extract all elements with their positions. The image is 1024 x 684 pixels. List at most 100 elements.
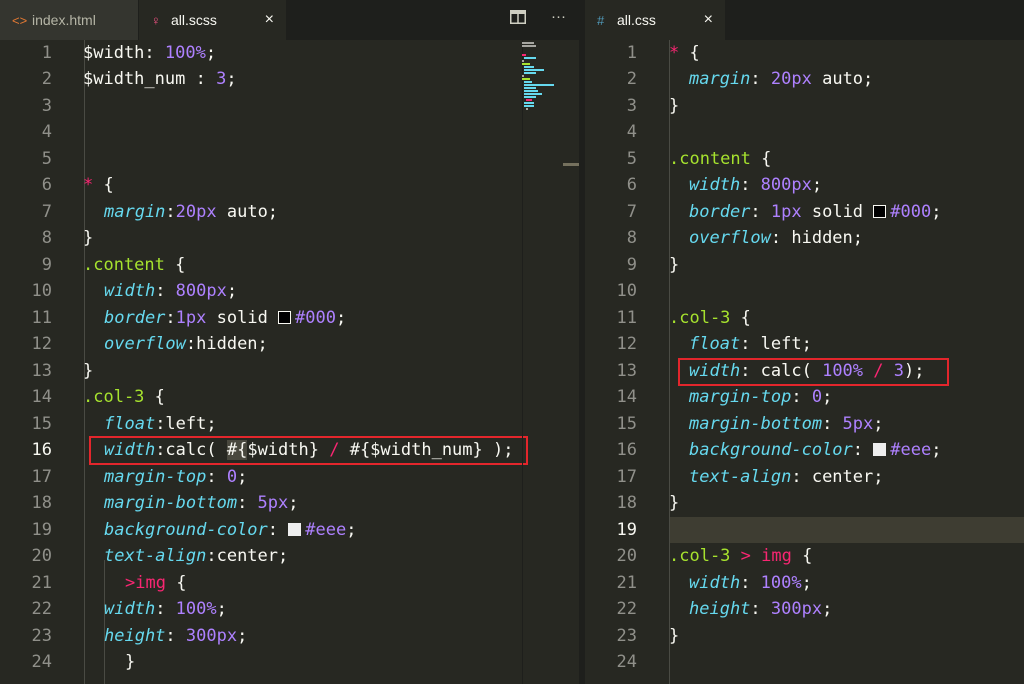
code-line[interactable]: 9 .content { (0, 252, 579, 278)
code-line[interactable]: 6 * { (0, 172, 579, 198)
code-text[interactable]: width: 100%; (689, 570, 812, 596)
code-text[interactable]: $width_num : 3; (83, 66, 237, 92)
tab-all-css[interactable]: # all.css × (585, 0, 725, 40)
code-line[interactable]: 17 text-align: center; (585, 464, 1024, 490)
code-text[interactable]: } (669, 490, 679, 516)
code-text[interactable]: .col-3 { (669, 305, 751, 331)
code-text[interactable]: text-align: center; (689, 464, 883, 490)
code-line[interactable]: 14 .col-3 { (0, 384, 579, 410)
code-line-current[interactable]: 19 (585, 517, 1024, 543)
code-text[interactable]: * { (669, 40, 700, 66)
code-text[interactable]: } (669, 93, 679, 119)
code-line[interactable]: 6 width: 800px; (585, 172, 1024, 198)
code-text[interactable]: border:1px solid #000; (104, 305, 346, 331)
color-swatch[interactable] (873, 205, 887, 218)
code-text[interactable]: margin: 20px auto; (689, 66, 873, 92)
code-text[interactable]: height: 300px; (689, 596, 832, 622)
code-line[interactable]: 3 (0, 93, 579, 119)
code-line[interactable]: 12 overflow:hidden; (0, 331, 579, 357)
code-text[interactable]: overflow:hidden; (104, 331, 268, 357)
code-text[interactable]: margin-top: 0; (689, 384, 832, 410)
code-line[interactable]: 18 margin-bottom: 5px; (0, 490, 579, 516)
tab-index-html[interactable]: <> index.html (0, 0, 138, 40)
code-line[interactable]: 21 width: 100%; (585, 570, 1024, 596)
code-line[interactable]: 19 background-color: #eee; (0, 517, 579, 543)
code-line[interactable]: 7 margin:20px auto; (0, 199, 579, 225)
code-line[interactable]: 14 margin-top: 0; (585, 384, 1024, 410)
scss-editor[interactable]: 1 $width: 100%; 2 $width_num : 3; 3 4 5 6 *… (0, 40, 579, 684)
code-line[interactable]: 1 $width: 100%; (0, 40, 579, 66)
code-line[interactable]: 24} (0, 649, 579, 675)
code-line[interactable]: 22 height: 300px; (585, 596, 1024, 622)
css-editor[interactable]: 1 * { 2 margin: 20px auto; 3} 4 5 .content … (585, 40, 1024, 684)
code-text[interactable]: border: 1px solid #000; (689, 199, 941, 225)
code-text[interactable]: } (669, 252, 679, 278)
code-text[interactable]: background-color: #eee; (689, 437, 941, 463)
code-text[interactable]: } (669, 623, 679, 649)
color-swatch[interactable] (278, 311, 292, 324)
code-line[interactable]: 12 float: left; (585, 331, 1024, 357)
code-line[interactable]: 16 background-color: #eee; (585, 437, 1024, 463)
code-line[interactable]: 18} (585, 490, 1024, 516)
code-text[interactable]: } (125, 649, 135, 675)
code-text[interactable]: float: left; (689, 331, 812, 357)
code-line[interactable]: 20 text-align:center; (0, 543, 579, 569)
code-line[interactable]: 10 width: 800px; (0, 278, 579, 304)
color-swatch[interactable] (288, 523, 302, 536)
split-editor-icon[interactable] (510, 10, 526, 28)
code-line[interactable]: 7 border: 1px solid #000; (585, 199, 1024, 225)
code-text[interactable]: width: 800px; (104, 278, 237, 304)
code-line[interactable]: 8} (0, 225, 579, 251)
close-icon[interactable]: × (265, 11, 274, 29)
code-line[interactable]: 22 width: 100%; (0, 596, 579, 622)
code-line[interactable]: 4 (0, 119, 579, 145)
code-line[interactable]: 20 .col-3 > img { (585, 543, 1024, 569)
code-text[interactable]: background-color: #eee; (104, 517, 356, 543)
code-text[interactable]: $width: 100%; (83, 40, 216, 66)
code-line[interactable]: 15 margin-bottom: 5px; (585, 411, 1024, 437)
code-line[interactable]: 24 (585, 649, 1024, 675)
close-icon[interactable]: × (704, 11, 713, 29)
code-text[interactable]: height: 300px; (104, 623, 247, 649)
code-text[interactable]: margin:20px auto; (104, 199, 278, 225)
code-line[interactable]: 2 margin: 20px auto; (585, 66, 1024, 92)
code-line[interactable]: 10 (585, 278, 1024, 304)
code-text[interactable]: margin-top: 0; (104, 464, 247, 490)
code-text[interactable]: text-align:center; (104, 543, 288, 569)
more-actions-icon[interactable]: ··· (551, 8, 566, 25)
code-text[interactable]: >img { (125, 570, 186, 596)
code-line[interactable]: 11 .col-3 { (585, 305, 1024, 331)
code-text[interactable]: overflow: hidden; (689, 225, 863, 251)
code-text[interactable]: margin-bottom: 5px; (689, 411, 884, 437)
code-text[interactable]: * { (83, 172, 114, 198)
code-line[interactable]: 9} (585, 252, 1024, 278)
code-text[interactable]: .content { (669, 146, 771, 172)
code-line[interactable]: 8 overflow: hidden; (585, 225, 1024, 251)
code-text[interactable]: } (83, 225, 93, 251)
code-line[interactable]: 23} (585, 623, 1024, 649)
code-line[interactable]: 1 * { (585, 40, 1024, 66)
code-text[interactable]: float:left; (104, 411, 217, 437)
code-text[interactable]: margin-bottom: 5px; (104, 490, 299, 516)
color-swatch[interactable] (873, 443, 887, 456)
tab-all-scss[interactable]: ♀ all.scss × (139, 0, 286, 40)
code-text[interactable]: .col-3 > img { (669, 543, 812, 569)
code-line[interactable]: 15 float:left; (0, 411, 579, 437)
code-line[interactable]: 3} (585, 93, 1024, 119)
code-text[interactable]: } (83, 358, 93, 384)
code-line[interactable]: 13} (0, 358, 579, 384)
code-line[interactable]: 2 $width_num : 3; (0, 66, 579, 92)
code-text[interactable]: width: 100%; (104, 596, 227, 622)
code-text[interactable]: .content { (83, 252, 185, 278)
code-text[interactable]: width: 800px; (689, 172, 822, 198)
code-line[interactable]: 5 (0, 146, 579, 172)
code-text[interactable]: .col-3 { (83, 384, 165, 410)
scrollbar-marker[interactable] (563, 163, 579, 166)
code-line[interactable]: 21 >img { (0, 570, 579, 596)
code-line[interactable]: 5 .content { (585, 146, 1024, 172)
code-line[interactable]: 4 (585, 119, 1024, 145)
minimap[interactable] (522, 40, 579, 684)
code-line[interactable]: 23 height: 300px; (0, 623, 579, 649)
code-line[interactable]: 11 border:1px solid #000; (0, 305, 579, 331)
code-line[interactable]: 17 margin-top: 0; (0, 464, 579, 490)
